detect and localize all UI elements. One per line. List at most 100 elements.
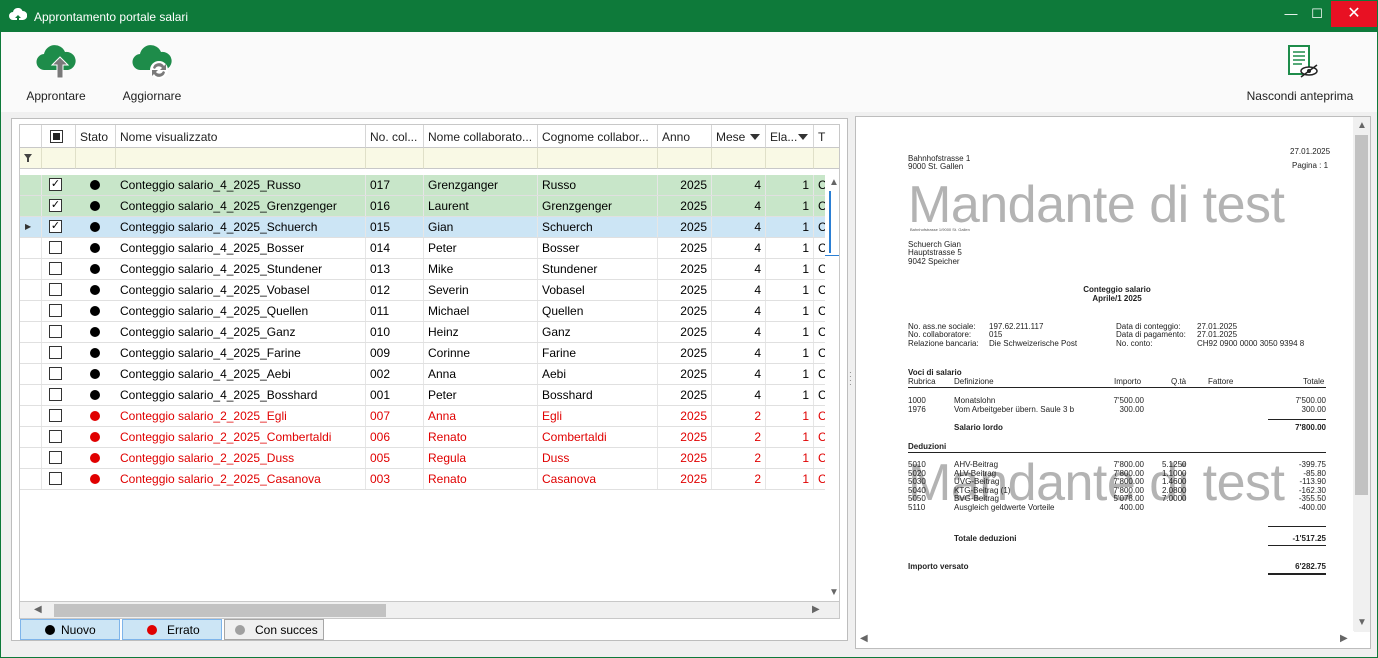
scroll-up-icon[interactable]: ▲ bbox=[1357, 120, 1367, 131]
cell-cognome-collaboratore[interactable]: Farine bbox=[538, 343, 658, 363]
legend-errato[interactable]: Errato bbox=[122, 619, 222, 640]
row-checkbox[interactable] bbox=[49, 241, 62, 254]
cell-mese[interactable]: 2 bbox=[712, 469, 766, 489]
cell-mese[interactable]: 4 bbox=[712, 322, 766, 342]
table-row[interactable]: Conteggio salario_2_2025_Casanova 003 Rena… bbox=[20, 469, 839, 490]
cell-no-collaboratore[interactable]: 009 bbox=[366, 343, 424, 363]
cell-nome-visualizzato[interactable]: Conteggio salario_4_2025_Bosser bbox=[116, 238, 366, 258]
table-row[interactable]: Conteggio salario_4_2025_Bosshard 001 Pete… bbox=[20, 385, 839, 406]
cell-elaborazione[interactable]: 1 bbox=[766, 385, 814, 405]
aggiornare-button[interactable]: Aggiornare bbox=[119, 44, 185, 103]
row-header[interactable] bbox=[20, 343, 42, 363]
table-row[interactable]: ✓ Conteggio salario_4_2025_Grenzgenger 016… bbox=[20, 196, 839, 217]
cell-elaborazione[interactable]: 1 bbox=[766, 406, 814, 426]
cell-mese[interactable]: 4 bbox=[712, 259, 766, 279]
grid-horizontal-scrollbar[interactable]: ◀ ▶ bbox=[19, 602, 840, 619]
cell-nome-visualizzato[interactable]: Conteggio salario_4_2025_Grenzgenger bbox=[116, 196, 366, 216]
filter-cell-no-col[interactable] bbox=[366, 148, 424, 169]
horizontal-scroll-thumb[interactable] bbox=[54, 604, 386, 617]
table-row[interactable]: ▶ ✓ Conteggio salario_4_2025_Schuerch 015 Gi… bbox=[20, 217, 839, 238]
cell-nome-visualizzato[interactable]: Conteggio salario_4_2025_Vobasel bbox=[116, 280, 366, 300]
table-row[interactable]: Conteggio salario_2_2025_Egli 007 Anna Egli… bbox=[20, 406, 839, 427]
cell-nome-collaboratore[interactable]: Michael bbox=[424, 301, 538, 321]
row-header[interactable] bbox=[20, 280, 42, 300]
row-checkbox[interactable]: ✓ bbox=[49, 199, 62, 212]
row-header[interactable] bbox=[20, 385, 42, 405]
cell-mese[interactable]: 4 bbox=[712, 301, 766, 321]
cell-cognome-collaboratore[interactable]: Bosser bbox=[538, 238, 658, 258]
row-header[interactable] bbox=[20, 259, 42, 279]
cell-cognome-collaboratore[interactable]: Duss bbox=[538, 448, 658, 468]
filter-cell-ela[interactable] bbox=[766, 148, 814, 169]
cell-cognome-collaboratore[interactable]: Stundener bbox=[538, 259, 658, 279]
table-row[interactable]: Conteggio salario_4_2025_Quellen 011 Micha… bbox=[20, 301, 839, 322]
table-row[interactable]: Conteggio salario_4_2025_Aebi 002 Anna Aebi… bbox=[20, 364, 839, 385]
col-header-nome-visualizzato[interactable]: Nome visualizzato bbox=[116, 125, 366, 148]
row-checkbox[interactable] bbox=[49, 430, 62, 443]
col-header-elaborazione[interactable]: Ela... bbox=[766, 125, 814, 148]
cell-nome-collaboratore[interactable]: Severin bbox=[424, 280, 538, 300]
cell-nome-visualizzato[interactable]: Conteggio salario_4_2025_Bosshard bbox=[116, 385, 366, 405]
cell-mese[interactable]: 4 bbox=[712, 343, 766, 363]
grid-vertical-scrollbar[interactable]: ▲ ▼ bbox=[825, 175, 839, 601]
cell-anno[interactable]: 2025 bbox=[658, 280, 712, 300]
filter-cell-t[interactable] bbox=[814, 148, 839, 169]
cell-no-collaboratore[interactable]: 007 bbox=[366, 406, 424, 426]
row-checkbox[interactable]: ✓ bbox=[49, 178, 62, 191]
cell-anno[interactable]: 2025 bbox=[658, 343, 712, 363]
cell-anno[interactable]: 2025 bbox=[658, 175, 712, 195]
row-checkbox[interactable] bbox=[49, 304, 62, 317]
cell-cognome-collaboratore[interactable]: Quellen bbox=[538, 301, 658, 321]
cell-cognome-collaboratore[interactable]: Schuerch bbox=[538, 217, 658, 237]
row-checkbox[interactable] bbox=[49, 409, 62, 422]
cell-elaborazione[interactable]: 1 bbox=[766, 343, 814, 363]
row-header[interactable] bbox=[20, 238, 42, 258]
cell-elaborazione[interactable]: 1 bbox=[766, 469, 814, 489]
row-checkbox[interactable] bbox=[49, 472, 62, 485]
row-header[interactable] bbox=[20, 175, 42, 195]
cell-mese[interactable]: 4 bbox=[712, 217, 766, 237]
cell-no-collaboratore[interactable]: 016 bbox=[366, 196, 424, 216]
cell-nome-visualizzato[interactable]: Conteggio salario_4_2025_Stundener bbox=[116, 259, 366, 279]
cell-elaborazione[interactable]: 1 bbox=[766, 448, 814, 468]
cell-nome-collaboratore[interactable]: Laurent bbox=[424, 196, 538, 216]
approntare-button[interactable]: Approntare bbox=[21, 44, 91, 103]
cell-nome-collaboratore[interactable]: Renato bbox=[424, 427, 538, 447]
cell-nome-visualizzato[interactable]: Conteggio salario_4_2025_Ganz bbox=[116, 322, 366, 342]
col-header-mese[interactable]: Mese bbox=[712, 125, 766, 148]
cell-cognome-collaboratore[interactable]: Vobasel bbox=[538, 280, 658, 300]
row-header[interactable] bbox=[20, 448, 42, 468]
cell-nome-collaboratore[interactable]: Anna bbox=[424, 406, 538, 426]
cell-nome-collaboratore[interactable]: Peter bbox=[424, 385, 538, 405]
cell-mese[interactable]: 4 bbox=[712, 364, 766, 384]
cell-cognome-collaboratore[interactable]: Aebi bbox=[538, 364, 658, 384]
cell-anno[interactable]: 2025 bbox=[658, 406, 712, 426]
cell-cognome-collaboratore[interactable]: Egli bbox=[538, 406, 658, 426]
cell-no-collaboratore[interactable]: 002 bbox=[366, 364, 424, 384]
cell-mese[interactable]: 2 bbox=[712, 448, 766, 468]
filter-cell-nome[interactable] bbox=[424, 148, 538, 169]
cell-nome-visualizzato[interactable]: Conteggio salario_4_2025_Farine bbox=[116, 343, 366, 363]
cell-nome-visualizzato[interactable]: Conteggio salario_4_2025_Aebi bbox=[116, 364, 366, 384]
table-row[interactable]: Conteggio salario_2_2025_Combertaldi 006 R… bbox=[20, 427, 839, 448]
cell-elaborazione[interactable]: 1 bbox=[766, 217, 814, 237]
legend-con-succes[interactable]: Con succes bbox=[224, 619, 324, 640]
minimize-button[interactable]: — bbox=[1277, 1, 1305, 27]
cell-anno[interactable]: 2025 bbox=[658, 196, 712, 216]
cell-cognome-collaboratore[interactable]: Bosshard bbox=[538, 385, 658, 405]
table-row[interactable]: Conteggio salario_2_2025_Duss 005 Regula Du… bbox=[20, 448, 839, 469]
select-all-checkbox[interactable] bbox=[50, 130, 63, 143]
cell-anno[interactable]: 2025 bbox=[658, 385, 712, 405]
cell-nome-visualizzato[interactable]: Conteggio salario_4_2025_Schuerch bbox=[116, 217, 366, 237]
cell-nome-collaboratore[interactable]: Regula bbox=[424, 448, 538, 468]
table-row[interactable]: Conteggio salario_4_2025_Stundener 013 Mik… bbox=[20, 259, 839, 280]
cell-nome-collaboratore[interactable]: Peter bbox=[424, 238, 538, 258]
cell-mese[interactable]: 4 bbox=[712, 175, 766, 195]
nascondi-anteprima-button[interactable]: Nascondi anteprima bbox=[1241, 44, 1359, 103]
cell-mese[interactable]: 4 bbox=[712, 238, 766, 258]
col-header-nome-collaboratore[interactable]: Nome collaborato... bbox=[424, 125, 538, 148]
scroll-up-icon[interactable]: ▲ bbox=[829, 177, 839, 188]
cell-nome-visualizzato[interactable]: Conteggio salario_2_2025_Combertaldi bbox=[116, 427, 366, 447]
row-checkbox[interactable]: ✓ bbox=[49, 220, 62, 233]
cell-nome-collaboratore[interactable]: Anna bbox=[424, 364, 538, 384]
